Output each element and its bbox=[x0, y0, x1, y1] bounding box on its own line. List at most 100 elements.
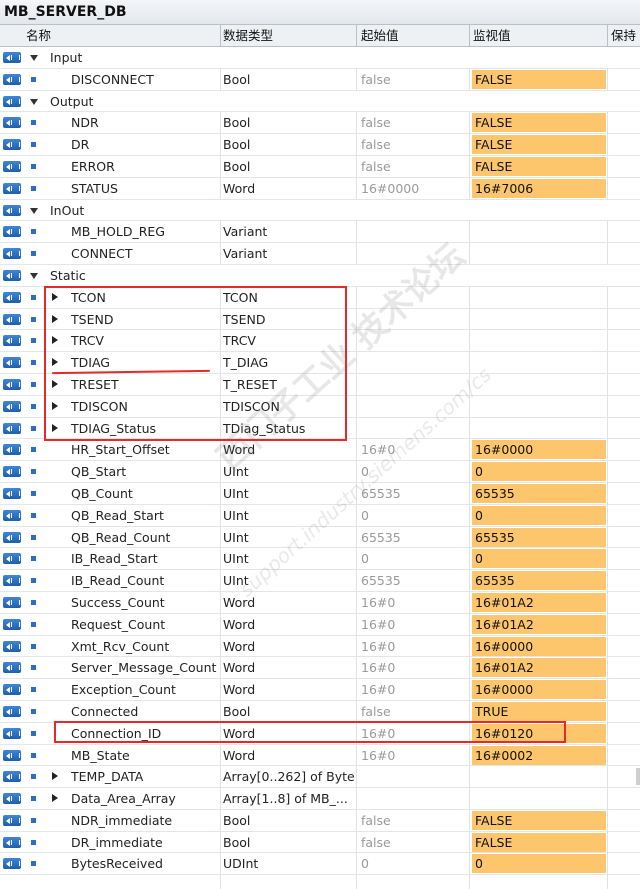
member-bullet-icon bbox=[31, 578, 36, 584]
var-monitor-value[interactable]: 0 bbox=[472, 462, 606, 482]
member-bullet-icon bbox=[31, 556, 36, 562]
table-row[interactable]: DR_immediate Bool false FALSE bbox=[0, 832, 640, 854]
var-name: HR_Start_Offset bbox=[71, 442, 170, 458]
member-bullet-icon bbox=[31, 360, 36, 366]
expand-arrow-icon[interactable] bbox=[52, 794, 58, 803]
member-bullet-icon bbox=[31, 120, 36, 126]
interface-icon bbox=[3, 52, 21, 63]
collapse-arrow-icon[interactable] bbox=[30, 55, 38, 61]
table-row[interactable]: Xmt_Rcv_Count Word 16#0 16#0000 bbox=[0, 636, 640, 658]
var-monitor-value[interactable] bbox=[472, 789, 606, 808]
collapse-arrow-icon[interactable] bbox=[30, 207, 38, 214]
var-monitor-value[interactable] bbox=[472, 353, 606, 372]
col-name-header[interactable]: 名称 bbox=[26, 25, 51, 46]
table-row[interactable]: QB_Read_Start UInt 0 0 bbox=[0, 505, 640, 527]
var-monitor-value[interactable] bbox=[472, 201, 606, 220]
table-row[interactable]: QB_Start UInt 0 0 bbox=[0, 461, 640, 483]
var-monitor-value[interactable]: 16#0000 bbox=[472, 636, 606, 656]
var-type: Word bbox=[223, 638, 256, 654]
collapse-arrow-icon[interactable] bbox=[30, 272, 38, 279]
var-monitor-value[interactable]: 16#0000 bbox=[472, 440, 606, 460]
member-bullet-icon bbox=[31, 839, 36, 845]
var-monitor-value[interactable] bbox=[472, 222, 606, 241]
var-start-value: 0 bbox=[361, 464, 369, 480]
table-row[interactable]: IB_Read_Start UInt 0 0 bbox=[0, 548, 640, 571]
table-row[interactable]: TEMP_DATA Array[0..262] of Byte bbox=[0, 766, 640, 789]
retain-checkbox[interactable] bbox=[636, 768, 640, 786]
section-row[interactable]: InOut bbox=[0, 199, 640, 222]
table-row[interactable]: Request_Count Word 16#0 16#01A2 bbox=[0, 614, 640, 636]
var-monitor-value[interactable]: FALSE bbox=[472, 810, 606, 830]
member-bullet-icon bbox=[31, 534, 36, 540]
var-monitor-value[interactable] bbox=[472, 375, 606, 394]
table-row[interactable]: MB_HOLD_REG Variant bbox=[0, 221, 640, 244]
interface-icon bbox=[3, 705, 21, 717]
table-row[interactable]: IB_Read_Count UInt 65535 65535 bbox=[0, 570, 640, 592]
var-monitor-value[interactable] bbox=[472, 767, 606, 786]
expand-arrow-icon[interactable] bbox=[52, 772, 58, 781]
table-row[interactable]: DR Bool false FALSE bbox=[0, 134, 640, 156]
var-type: UInt bbox=[223, 573, 249, 589]
var-monitor-value[interactable]: 16#0000 bbox=[472, 680, 606, 700]
table-row[interactable]: NDR_immediate Bool false FALSE bbox=[0, 810, 640, 832]
var-monitor-value[interactable]: 16#0002 bbox=[472, 745, 606, 765]
var-monitor-value[interactable] bbox=[472, 288, 606, 307]
table-row[interactable]: MB_State Word 16#0 16#0002 bbox=[0, 745, 640, 767]
var-monitor-value[interactable] bbox=[472, 266, 606, 285]
section-row[interactable]: Static bbox=[0, 264, 640, 287]
col-start-header[interactable]: 起始值 bbox=[361, 25, 399, 46]
var-monitor-value[interactable]: FALSE bbox=[472, 135, 606, 155]
var-monitor-value[interactable] bbox=[472, 310, 606, 329]
col-monitor-header[interactable]: 监视值 bbox=[473, 25, 511, 46]
table-row[interactable]: QB_Count UInt 65535 65535 bbox=[0, 483, 640, 505]
var-monitor-value[interactable]: 16#01A2 bbox=[472, 658, 606, 678]
section-row[interactable]: Output bbox=[0, 90, 640, 113]
table-row[interactable]: NDR Bool false FALSE bbox=[0, 112, 640, 135]
var-monitor-value[interactable]: 16#01A2 bbox=[472, 614, 606, 634]
table-row[interactable]: Connected Bool false TRUE bbox=[0, 701, 640, 723]
var-monitor-value[interactable]: 16#01A2 bbox=[472, 592, 606, 612]
section-row[interactable]: Input bbox=[0, 47, 640, 69]
var-start-value: 65535 bbox=[361, 573, 401, 589]
var-monitor-value[interactable] bbox=[472, 331, 606, 350]
var-monitor-value[interactable] bbox=[472, 244, 606, 263]
var-monitor-value[interactable]: 16#7006 bbox=[472, 178, 606, 198]
var-monitor-value[interactable]: TRUE bbox=[472, 701, 606, 721]
col-type-header[interactable]: 数据类型 bbox=[223, 25, 273, 46]
var-monitor-value[interactable]: FALSE bbox=[472, 113, 606, 133]
table-row[interactable]: QB_Read_Count UInt 65535 65535 bbox=[0, 527, 640, 549]
table-row[interactable]: Exception_Count Word 16#0 16#0000 bbox=[0, 679, 640, 701]
var-name: Input bbox=[50, 50, 83, 65]
table-row[interactable]: ERROR Bool false FALSE bbox=[0, 156, 640, 178]
var-monitor-value[interactable]: 65535 bbox=[472, 571, 606, 591]
var-monitor-value[interactable] bbox=[472, 397, 606, 416]
table-row[interactable]: Data_Area_Array Array[1..8] of MB_... bbox=[0, 788, 640, 810]
table-row[interactable]: BytesReceived UDInt 0 0 bbox=[0, 853, 640, 876]
var-monitor-value[interactable]: FALSE bbox=[472, 69, 606, 89]
table-row[interactable]: DISCONNECT Bool false FALSE bbox=[0, 69, 640, 91]
collapse-arrow-icon[interactable] bbox=[30, 98, 38, 105]
var-type: Bool bbox=[223, 812, 251, 828]
var-monitor-value[interactable]: FALSE bbox=[472, 156, 606, 176]
var-monitor-value[interactable] bbox=[472, 48, 606, 67]
var-monitor-value[interactable]: 0 bbox=[472, 854, 606, 874]
var-monitor-value[interactable] bbox=[472, 92, 606, 111]
var-name: Data_Area_Array bbox=[71, 791, 176, 807]
var-monitor-value[interactable]: 0 bbox=[472, 549, 606, 569]
member-bullet-icon bbox=[31, 381, 36, 387]
interface-icon bbox=[3, 378, 21, 390]
table-row[interactable]: STATUS Word 16#0000 16#7006 bbox=[0, 178, 640, 200]
var-monitor-value[interactable]: FALSE bbox=[472, 832, 606, 852]
table-row[interactable]: HR_Start_Offset Word 16#0 16#0000 bbox=[0, 439, 640, 462]
var-monitor-value[interactable]: 65535 bbox=[472, 483, 606, 503]
table-row[interactable]: CONNECT Variant bbox=[0, 243, 640, 265]
var-monitor-value[interactable]: 0 bbox=[472, 505, 606, 525]
var-monitor-value[interactable] bbox=[472, 419, 606, 438]
table-row[interactable]: Success_Count Word 16#0 16#01A2 bbox=[0, 592, 640, 614]
table-row[interactable]: Server_Message_Count Word 16#0 16#01A2 bbox=[0, 657, 640, 680]
var-type: Bool bbox=[223, 71, 251, 87]
var-type: Word bbox=[223, 616, 256, 632]
var-monitor-value[interactable]: 65535 bbox=[472, 527, 606, 547]
col-retain-header[interactable]: 保持 bbox=[611, 25, 636, 46]
member-bullet-icon bbox=[31, 796, 36, 802]
